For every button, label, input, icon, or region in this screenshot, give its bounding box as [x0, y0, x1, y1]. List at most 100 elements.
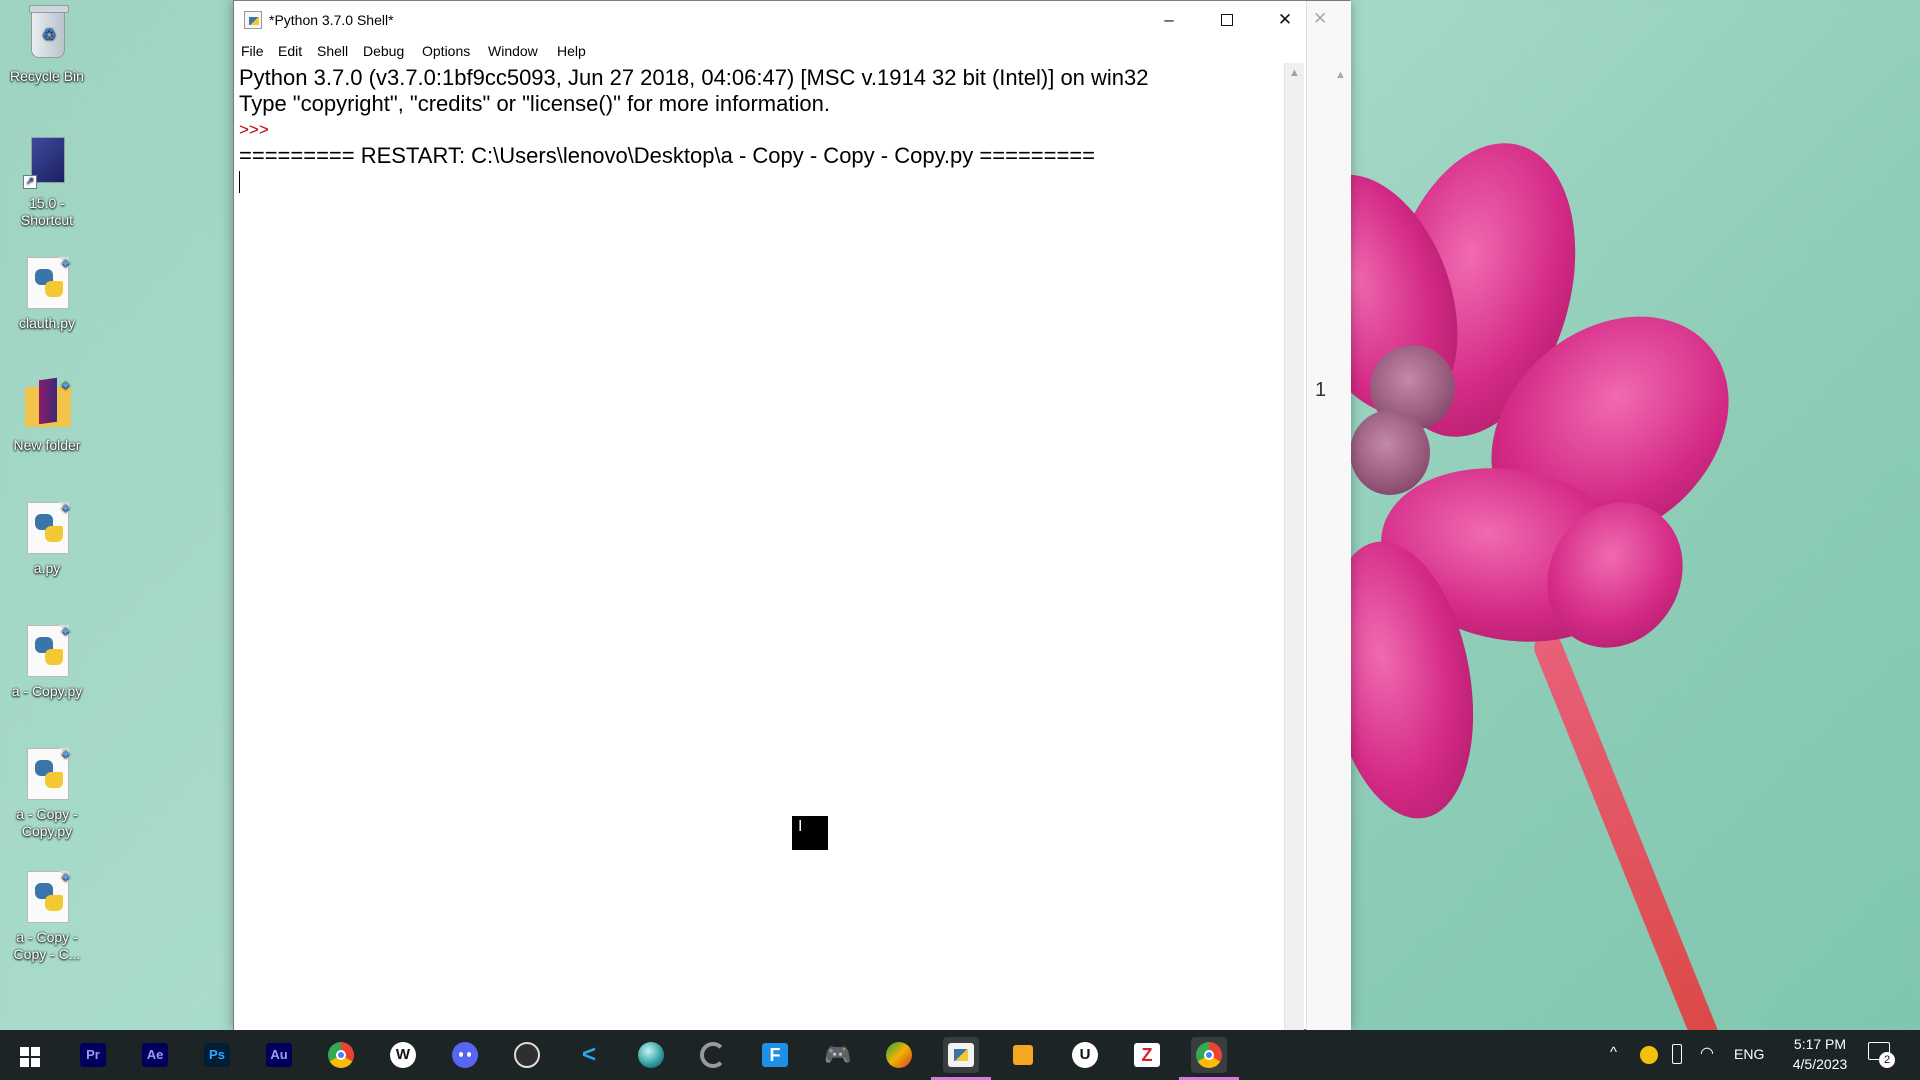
menu-shell[interactable]: Shell: [317, 43, 348, 59]
menu-options[interactable]: Options: [422, 43, 470, 59]
recycle-bin-icon: ♻: [21, 5, 73, 64]
desktop-icon-shortcut[interactable]: ↗ 15.0 - Shortcut: [4, 135, 90, 229]
taskbar-unreal-engine[interactable]: U: [1067, 1037, 1103, 1073]
flower-bud: [1350, 410, 1430, 495]
desktop-icon-clauth-py[interactable]: ✦ clauth.py: [4, 255, 90, 332]
taskbar-photoshop[interactable]: Ps: [199, 1037, 235, 1073]
python-idle-icon: [948, 1043, 974, 1067]
vertical-scrollbar[interactable]: ▲: [1284, 63, 1304, 1031]
taskbar: Pr Ae Ps Au W < F 🎮 U Z ^ ◠ ENG 5:17 PM …: [0, 1030, 1920, 1080]
desktop-icon-label: New folder: [13, 437, 81, 453]
taskbar-vscode[interactable]: <: [571, 1037, 607, 1073]
clock[interactable]: 5:17 PM 4/5/2023: [1785, 1036, 1855, 1080]
python-file-icon: ✦: [21, 623, 73, 679]
idle-app-icon[interactable]: [244, 11, 262, 29]
red-app-icon: Z: [1134, 1043, 1160, 1067]
menu-file[interactable]: File: [241, 43, 264, 59]
orb-app-icon: [638, 1042, 664, 1068]
taskbar-wattpad-like-app[interactable]: W: [385, 1037, 421, 1073]
background-scroll-up-icon: ▲: [1335, 69, 1346, 81]
window-title: *Python 3.7.0 Shell*: [269, 12, 394, 28]
menu-window[interactable]: Window: [488, 43, 538, 59]
photoshop-icon: Ps: [204, 1043, 230, 1067]
taskbar-game-controller-app[interactable]: 🎮: [819, 1037, 855, 1073]
after-effects-icon: Ae: [142, 1043, 168, 1067]
shortcut-icon: ↗: [21, 135, 73, 191]
taskbar-chrome[interactable]: [323, 1037, 359, 1073]
obs-icon: [514, 1042, 540, 1068]
background-window-edge: ✕ ▲ 1: [1306, 1, 1351, 1031]
desktop-icon-label: a - Copy - Copy - C...: [13, 929, 81, 962]
flower-stem: [1530, 629, 1751, 1030]
desktop-icon-label: a - Copy.py: [11, 683, 83, 699]
taskbar-red-app[interactable]: Z: [1129, 1037, 1165, 1073]
taskbar-globe-app[interactable]: [881, 1037, 917, 1073]
desktop-icon-label: Recycle Bin: [10, 68, 84, 84]
clock-time: 5:17 PM: [1793, 1036, 1847, 1052]
python-shell-window: *Python 3.7.0 Shell* – ✕ File Edit Shell…: [233, 0, 1351, 1031]
notification-count-badge: 2: [1879, 1052, 1895, 1068]
chrome-icon: [328, 1042, 354, 1068]
python-file-icon: ✦: [21, 869, 73, 925]
g-app-icon: [700, 1042, 726, 1068]
taskbar-premiere-pro[interactable]: Pr: [75, 1037, 111, 1073]
desktop-icon-a-copy-copy-copy-py[interactable]: ✦ a - Copy - Copy - C...: [4, 869, 90, 963]
taskbar-chrome-profile[interactable]: [1179, 1037, 1239, 1080]
taskbar-after-effects[interactable]: Ae: [137, 1037, 173, 1073]
desktop-icon-label: clauth.py: [18, 315, 76, 331]
battery-icon[interactable]: [1672, 1044, 1682, 1080]
audition-icon: Au: [266, 1043, 292, 1067]
discord-icon: [452, 1042, 478, 1068]
vscode-icon: <: [581, 1041, 596, 1068]
shell-prompt: >>>: [239, 120, 274, 139]
background-text-fragment: 1: [1315, 379, 1327, 401]
menu-help[interactable]: Help: [557, 43, 586, 59]
maximize-button[interactable]: [1198, 1, 1256, 39]
desktop-icon-new-folder[interactable]: ✦ New folder: [4, 377, 90, 454]
desktop-icon-label: a.py: [33, 560, 61, 576]
gamepad-icon: 🎮: [824, 1042, 852, 1067]
taskbar-teal-orb-app[interactable]: [633, 1037, 669, 1073]
chrome-icon: [1196, 1042, 1222, 1068]
taskbar-f-app[interactable]: F: [757, 1037, 793, 1073]
windows-start-icon[interactable]: [20, 1047, 40, 1067]
taskbar-audition[interactable]: Au: [261, 1037, 297, 1073]
window-titlebar[interactable]: *Python 3.7.0 Shell* – ✕: [234, 1, 1349, 39]
language-indicator[interactable]: ENG: [1734, 1046, 1764, 1080]
taskbar-obs[interactable]: [509, 1037, 545, 1073]
sticky-note-icon: [1013, 1045, 1033, 1065]
clock-date: 4/5/2023: [1792, 1056, 1848, 1072]
unreal-engine-icon: U: [1072, 1042, 1098, 1068]
shell-banner-line: Python 3.7.0 (v3.7.0:1bf9cc5093, Jun 27 …: [239, 65, 1149, 90]
premiere-pro-icon: Pr: [80, 1043, 106, 1067]
taskbar-sticky-app[interactable]: [1005, 1037, 1041, 1073]
python-file-icon: ✦: [21, 500, 73, 556]
menu-bar: File Edit Shell Debug Options Window Hel…: [234, 39, 1349, 63]
minimize-button[interactable]: –: [1140, 1, 1198, 39]
desktop-icon-a-py[interactable]: ✦ a.py: [4, 500, 90, 577]
shell-info-line: Type "copyright", "credits" or "license(…: [239, 91, 830, 116]
desktop-icon-label: a - Copy - Copy.py: [16, 806, 78, 839]
taskbar-python-idle[interactable]: [931, 1037, 991, 1080]
menu-debug[interactable]: Debug: [363, 43, 404, 59]
folder-icon: ✦: [21, 377, 73, 433]
taskbar-g-app[interactable]: [695, 1037, 731, 1073]
desktop-icon-a-copy-py[interactable]: ✦ a - Copy.py: [4, 623, 90, 700]
mouse-cursor-ibeam-icon: I: [792, 816, 828, 850]
desktop-icon-recycle-bin[interactable]: ♻ Recycle Bin: [4, 5, 90, 85]
desktop-icon-a-copy-copy-py[interactable]: ✦ a - Copy - Copy.py: [4, 746, 90, 840]
desktop-icon-label: 15.0 - Shortcut: [20, 195, 74, 228]
globe-app-icon: [886, 1042, 912, 1068]
background-close-icon[interactable]: ✕: [1313, 9, 1327, 29]
shell-restart-line: ========= RESTART: C:\Users\lenovo\Deskt…: [239, 143, 1096, 168]
taskbar-discord[interactable]: [447, 1037, 483, 1073]
tray-app-icon[interactable]: [1640, 1046, 1658, 1080]
wifi-icon[interactable]: ◠: [1700, 1043, 1714, 1080]
python-file-icon: ✦: [21, 746, 73, 802]
show-hidden-icons-chevron-icon[interactable]: ^: [1610, 1044, 1617, 1080]
python-file-icon: ✦: [21, 255, 73, 311]
menu-edit[interactable]: Edit: [278, 43, 302, 59]
scroll-up-icon[interactable]: ▲: [1289, 67, 1300, 79]
shell-text-area[interactable]: Python 3.7.0 (v3.7.0:1bf9cc5093, Jun 27 …: [234, 63, 1284, 1031]
notification-center-icon[interactable]: 2: [1868, 1042, 1895, 1080]
